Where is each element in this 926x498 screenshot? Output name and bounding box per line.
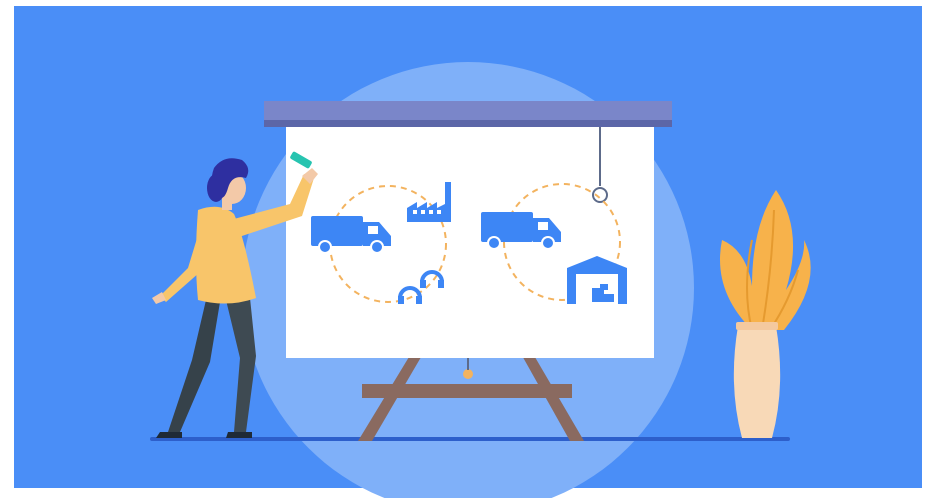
logistics-presentation-illustration [14,6,922,498]
vase [733,326,781,438]
